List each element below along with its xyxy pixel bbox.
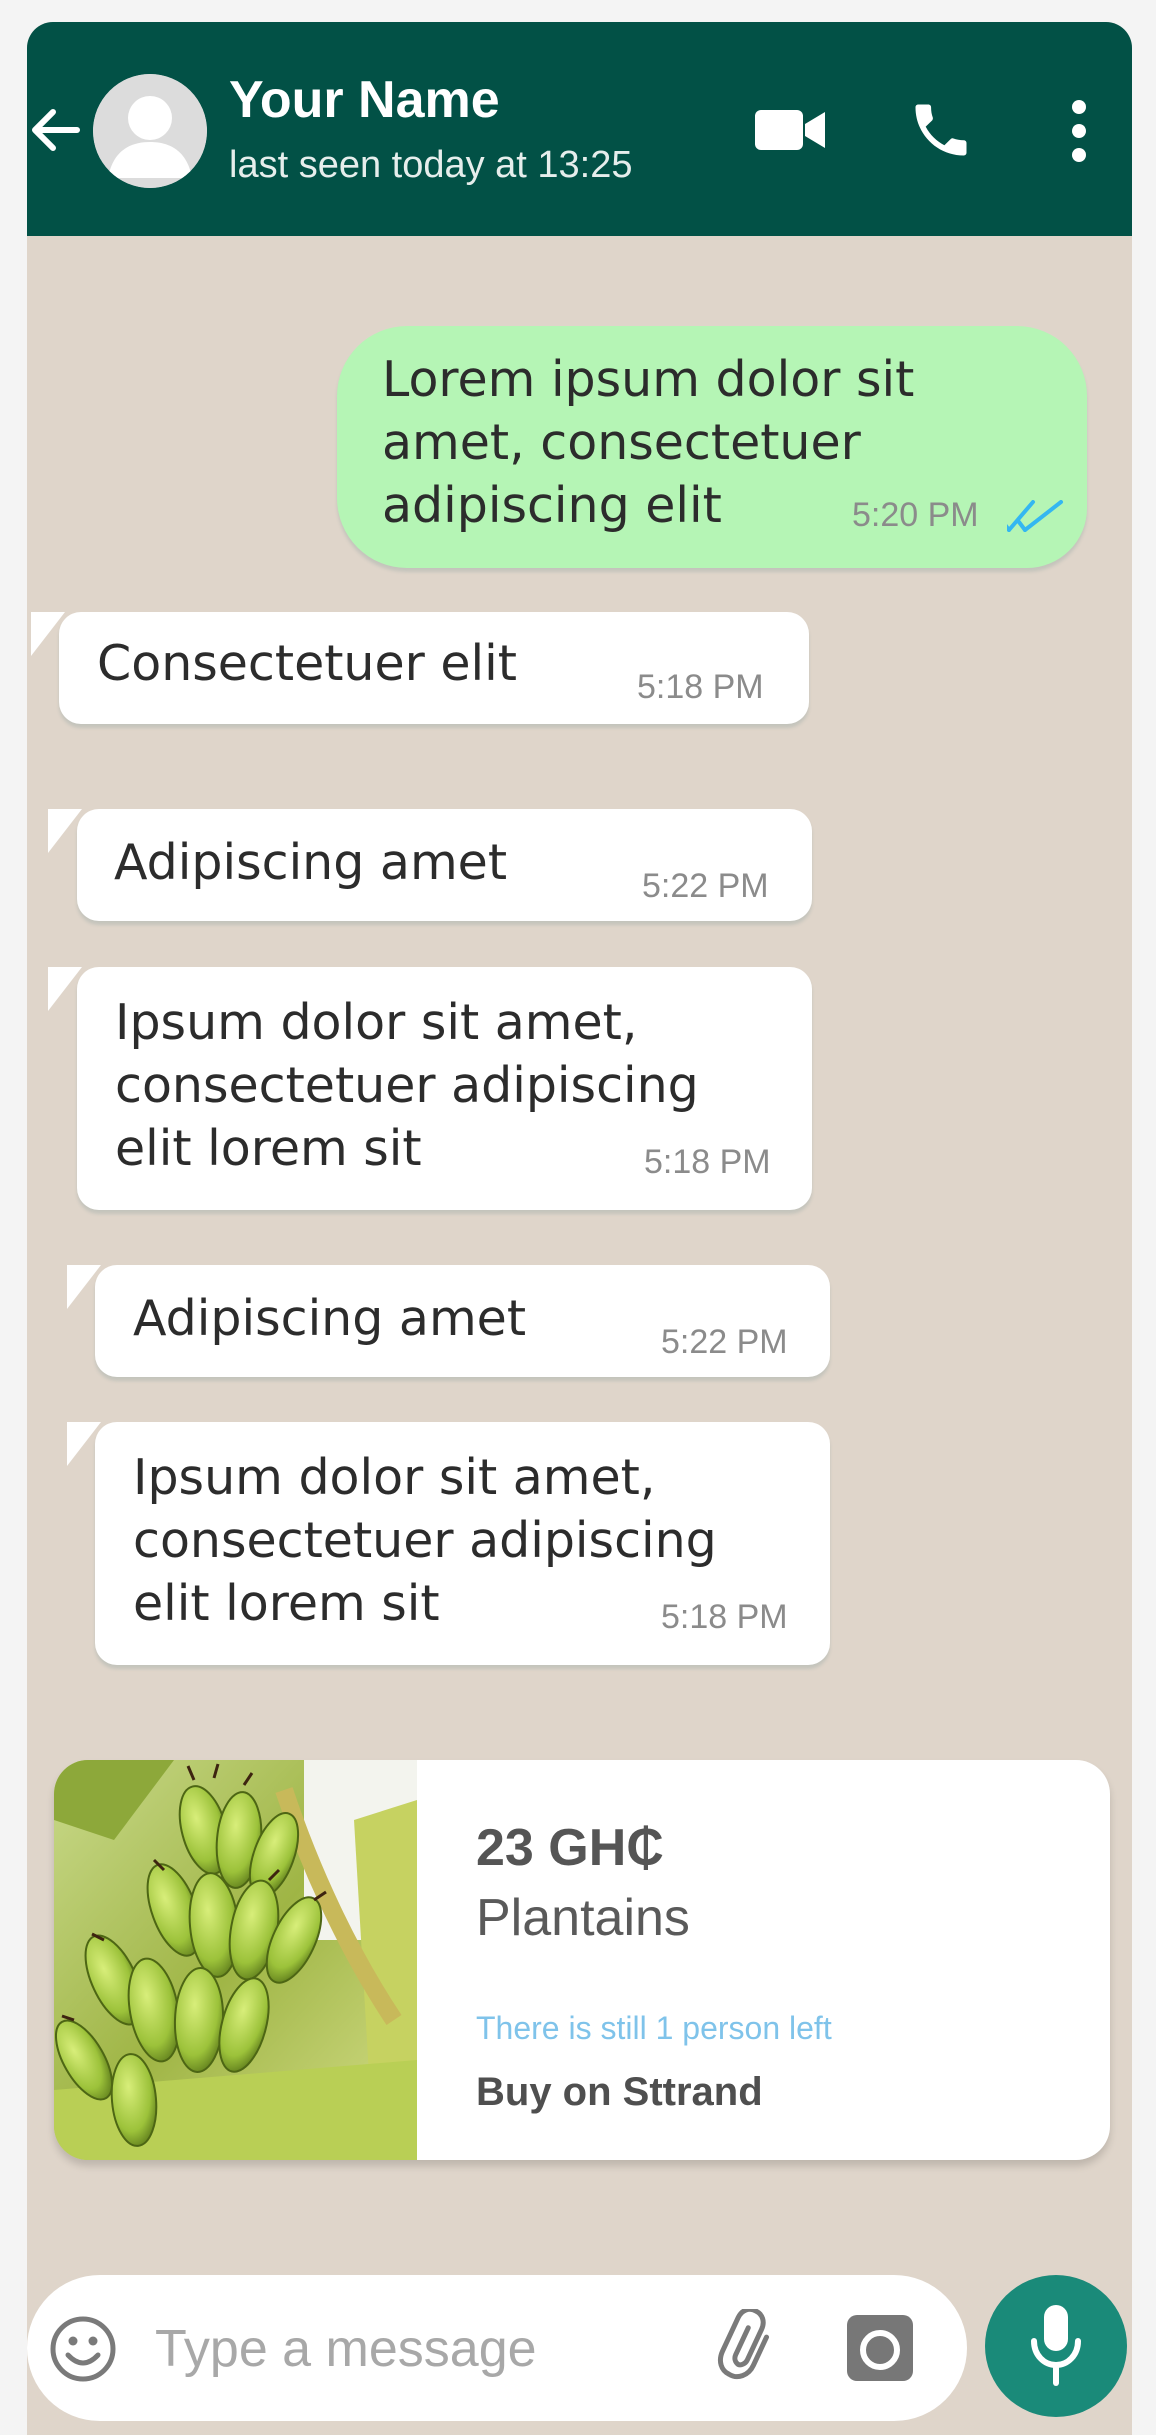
message-line: Ipsum dolor sit amet, — [115, 994, 638, 1051]
video-call-icon[interactable] — [755, 106, 827, 154]
message-incoming[interactable]: Consectetuer elit 5:18 PM — [59, 612, 809, 724]
last-seen-status: last seen today at 13:25 — [229, 144, 633, 186]
message-text: Adipiscing amet — [133, 1287, 526, 1350]
camera-icon[interactable] — [847, 2315, 913, 2381]
message-incoming[interactable]: Adipiscing amet 5:22 PM — [95, 1265, 830, 1377]
more-vert-icon[interactable] — [1067, 98, 1091, 164]
message-line: amet, consectetuer — [382, 414, 861, 471]
message-input-bar — [27, 2275, 967, 2421]
double-check-icon — [1007, 500, 1063, 532]
contact-name[interactable]: Your Name — [229, 70, 500, 130]
message-line: adipiscing elit — [382, 477, 722, 534]
message-outgoing[interactable]: Lorem ipsum dolor sit amet, consectetuer… — [337, 326, 1087, 568]
message-time: 5:22 PM — [661, 1323, 788, 1361]
product-name: Plantains — [476, 1889, 690, 1947]
chat-header: Your Name last seen today at 13:25 — [27, 22, 1132, 236]
message-line: Adipiscing amet — [114, 834, 508, 891]
message-incoming[interactable]: Ipsum dolor sit amet, consectetuer adipi… — [95, 1422, 830, 1665]
message-time: 5:18 PM — [661, 1598, 788, 1636]
message-line: consectetuer adipiscing — [115, 1057, 699, 1114]
message-time: 5:18 PM — [637, 668, 764, 706]
message-text: Adipiscing amet — [114, 831, 507, 894]
message-line: Adipiscing amet — [133, 1290, 527, 1347]
message-line: consectetuer adipiscing — [133, 1512, 717, 1569]
product-card[interactable]: 23 GH₵ Plantains There is still 1 person… — [54, 1760, 1110, 2160]
message-time: 5:20 PM — [852, 496, 979, 534]
availability-note: There is still 1 person left — [476, 2010, 832, 2046]
phone-icon[interactable] — [907, 96, 975, 164]
avatar-icon — [93, 74, 207, 188]
back-arrow-icon[interactable] — [27, 102, 83, 158]
emoji-icon[interactable] — [49, 2315, 117, 2383]
message-line: Ipsum dolor sit amet, — [133, 1449, 656, 1506]
plantain-product-image — [54, 1760, 417, 2160]
message-line: Consectetuer elit — [97, 635, 517, 692]
attach-icon[interactable] — [713, 2309, 789, 2385]
chat-screen: Your Name last seen today at 13:25 Lorem… — [27, 22, 1132, 2435]
message-input[interactable] — [155, 2317, 675, 2381]
product-price: 23 GH₵ — [476, 1819, 664, 1877]
message-text: Consectetuer elit — [97, 632, 517, 695]
avatar[interactable] — [93, 74, 207, 188]
buy-on-sttrand-link[interactable]: Buy on Sttrand — [476, 2070, 763, 2115]
message-line: elit lorem sit — [115, 1120, 422, 1177]
message-text: Ipsum dolor sit amet, consectetuer adipi… — [115, 991, 699, 1180]
message-text: Lorem ipsum dolor sit amet, consectetuer… — [382, 348, 914, 537]
message-time: 5:18 PM — [644, 1143, 771, 1181]
mic-icon — [1031, 2305, 1081, 2386]
message-line: elit lorem sit — [133, 1575, 440, 1632]
message-time: 5:22 PM — [642, 867, 769, 905]
message-incoming[interactable]: Adipiscing amet 5:22 PM — [77, 809, 812, 921]
message-text: Ipsum dolor sit amet, consectetuer adipi… — [133, 1446, 717, 1635]
message-incoming[interactable]: Ipsum dolor sit amet, consectetuer adipi… — [77, 967, 812, 1210]
voice-record-button[interactable] — [985, 2275, 1127, 2417]
message-line: Lorem ipsum dolor sit — [382, 351, 915, 408]
